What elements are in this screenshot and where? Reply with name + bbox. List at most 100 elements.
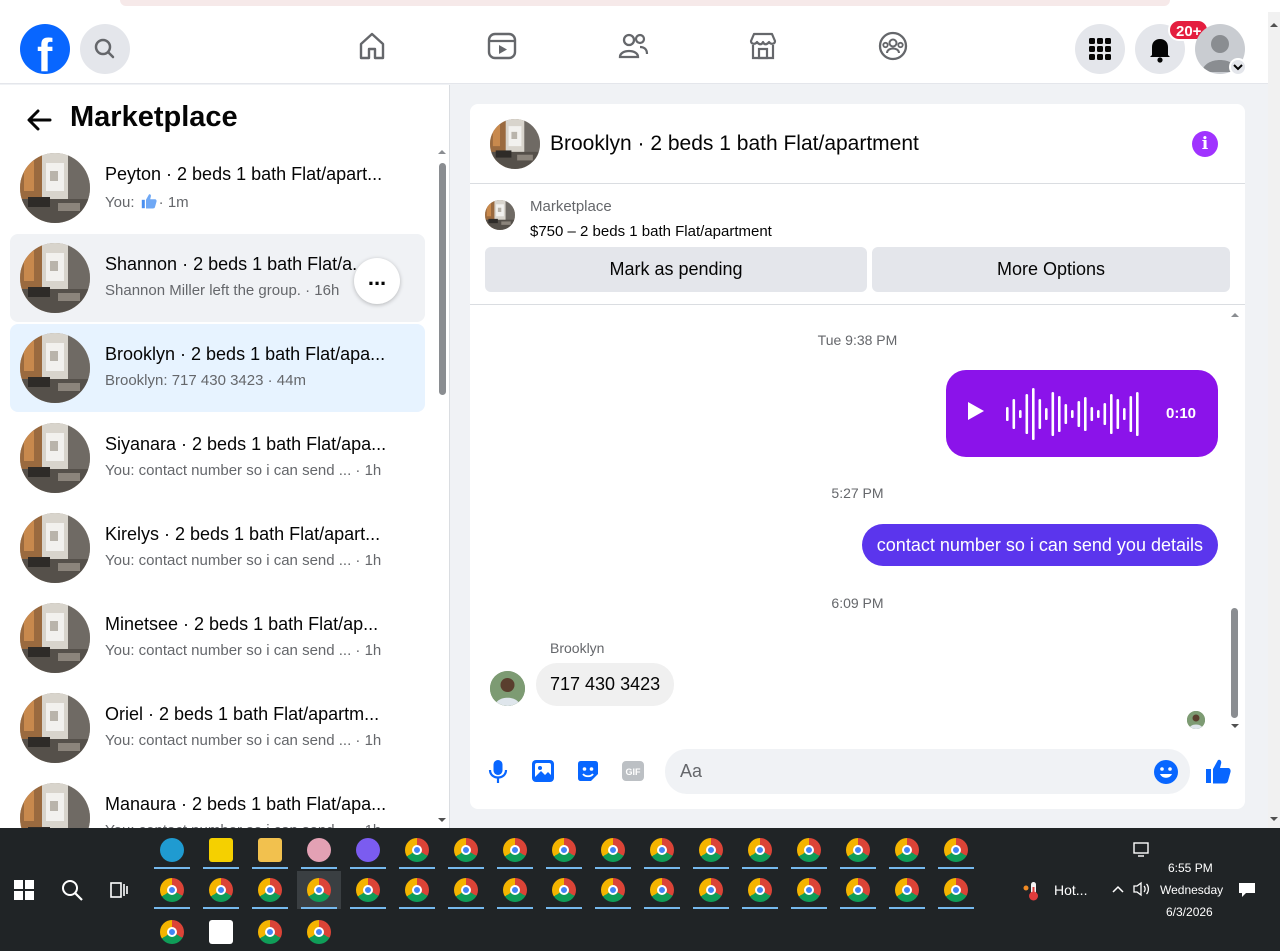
taskbar-app-button[interactable] xyxy=(199,871,243,909)
outgoing-message[interactable]: contact number so i can send you details xyxy=(861,524,1218,566)
conversation-item[interactable]: Kirelys · 2 beds 1 bath Flat/apart... You… xyxy=(10,504,425,592)
marketplace-icon[interactable] xyxy=(747,30,779,62)
taskbar-app-button[interactable] xyxy=(689,831,733,869)
taskbar-app-button[interactable] xyxy=(297,831,341,869)
message-input[interactable] xyxy=(680,749,1140,794)
taskbar-app-button[interactable] xyxy=(542,871,586,909)
taskbar-app-button[interactable] xyxy=(395,871,439,909)
incoming-message[interactable]: 717 430 3423 xyxy=(536,663,675,706)
menu-button[interactable] xyxy=(1075,24,1125,74)
friends-icon[interactable] xyxy=(617,30,649,62)
taskbar-app-button[interactable] xyxy=(150,831,194,869)
conversation-scroll-thumb[interactable] xyxy=(439,163,446,395)
taskbar-app-button[interactable] xyxy=(787,871,831,909)
microphone-icon[interactable] xyxy=(485,758,511,784)
play-icon[interactable] xyxy=(968,402,984,420)
notification-center-icon[interactable] xyxy=(1238,882,1256,898)
thumbs-up-icon[interactable] xyxy=(1203,756,1233,786)
taskbar-app-button[interactable] xyxy=(346,871,390,909)
message-scroll-thumb[interactable] xyxy=(1231,608,1238,718)
conversation-item[interactable]: Shannon · 2 beds 1 bath Flat/a... Shannon… xyxy=(10,234,425,322)
task-view-icon[interactable] xyxy=(108,880,130,900)
conversation-item[interactable]: Oriel · 2 beds 1 bath Flat/apartm... You:… xyxy=(10,684,425,772)
clock-date[interactable]: 6/3/2026 xyxy=(1166,905,1213,919)
taskbar-app-button[interactable] xyxy=(297,913,341,951)
taskbar-app-button[interactable] xyxy=(934,831,978,869)
taskbar-app-button[interactable] xyxy=(542,831,586,869)
thermometer-icon[interactable] xyxy=(1022,880,1044,902)
taskbar-app-button[interactable] xyxy=(346,831,390,869)
taskbar-app-button[interactable] xyxy=(199,913,243,951)
conversation-item[interactable]: Manaura · 2 beds 1 bath Flat/apa...You: … xyxy=(10,774,425,828)
listing-thumbnail[interactable] xyxy=(490,119,540,169)
conversation-item[interactable]: Brooklyn · 2 beds 1 bath Flat/apa... Broo… xyxy=(10,324,425,412)
emoji-icon[interactable] xyxy=(1153,759,1179,785)
running-indicator xyxy=(791,867,827,869)
groups-icon[interactable] xyxy=(877,30,909,62)
windows-start-icon[interactable] xyxy=(14,880,34,900)
clock-day[interactable]: Wednesday xyxy=(1160,883,1223,897)
volume-icon[interactable] xyxy=(1132,881,1152,897)
back-arrow-icon[interactable] xyxy=(24,105,54,135)
taskbar-app-button[interactable] xyxy=(836,871,880,909)
taskbar-app-button[interactable] xyxy=(640,871,684,909)
network-icon[interactable] xyxy=(1133,842,1151,858)
video-icon[interactable] xyxy=(486,30,518,62)
search-button[interactable] xyxy=(80,24,130,74)
account-dropdown-button[interactable] xyxy=(1229,58,1247,76)
taskbar-app-button[interactable] xyxy=(297,871,341,909)
listing-price[interactable]: $750 – 2 beds 1 bath Flat/apartment xyxy=(530,223,772,240)
info-button[interactable]: i xyxy=(1192,131,1218,157)
more-options-button[interactable]: More Options xyxy=(872,247,1230,292)
taskbar-app-button[interactable] xyxy=(150,871,194,909)
taskbar-app-button[interactable] xyxy=(493,871,537,909)
search-icon xyxy=(94,38,115,59)
home-icon[interactable] xyxy=(356,30,388,62)
conversation-item[interactable]: Siyanara · 2 beds 1 bath Flat/apa... You:… xyxy=(10,414,425,502)
scroll-up-arrow-icon[interactable] xyxy=(1230,310,1240,320)
taskbar-app-button[interactable] xyxy=(395,831,439,869)
scroll-down-arrow-icon[interactable] xyxy=(1230,721,1240,731)
mark-as-pending-button[interactable]: Mark as pending xyxy=(485,247,867,292)
search-icon[interactable] xyxy=(60,878,84,902)
page-scrollbar[interactable] xyxy=(1268,12,1280,828)
taskbar-app-button[interactable] xyxy=(885,871,929,909)
taskbar-app-button[interactable] xyxy=(689,871,733,909)
sticker-icon[interactable] xyxy=(575,758,601,784)
taskbar-app-button[interactable] xyxy=(640,831,684,869)
taskbar-app-button[interactable] xyxy=(248,831,292,869)
taskbar-app-button[interactable] xyxy=(836,831,880,869)
listing-small-thumbnail[interactable] xyxy=(485,200,515,230)
message-input-box[interactable] xyxy=(665,749,1190,794)
weather-label[interactable]: Hot... xyxy=(1054,882,1087,898)
gif-icon[interactable]: GIF xyxy=(620,758,646,784)
taskbar-app-button[interactable] xyxy=(248,871,292,909)
taskbar-app-button[interactable] xyxy=(934,871,978,909)
taskbar-app-button[interactable] xyxy=(787,831,831,869)
sender-avatar[interactable] xyxy=(490,671,525,706)
chevron-up-icon[interactable] xyxy=(1111,883,1125,895)
facebook-logo[interactable]: f xyxy=(20,24,70,81)
image-icon[interactable] xyxy=(530,758,556,784)
taskbar-app-button[interactable] xyxy=(150,913,194,951)
taskbar-app-button[interactable] xyxy=(248,913,292,951)
taskbar-app-button[interactable] xyxy=(885,831,929,869)
conversation-item[interactable]: Peyton · 2 beds 1 bath Flat/apart... You:… xyxy=(10,144,425,232)
taskbar-app-button[interactable] xyxy=(444,831,488,869)
voice-message[interactable]: 0:10 xyxy=(946,370,1218,457)
taskbar-app-button[interactable] xyxy=(591,871,635,909)
taskbar-app-button[interactable] xyxy=(199,831,243,869)
taskbar-app-button[interactable] xyxy=(738,871,782,909)
taskbar-app-button[interactable] xyxy=(444,871,488,909)
taskbar-app-button[interactable] xyxy=(591,831,635,869)
clock-time[interactable]: 6:55 PM xyxy=(1168,861,1213,875)
chrome-profile-icon xyxy=(601,878,625,902)
listing-photo-icon xyxy=(20,783,90,828)
more-options-dots-icon[interactable]: ... xyxy=(354,258,400,304)
conversation-thumbnail xyxy=(20,603,90,673)
taskbar-app-button[interactable] xyxy=(738,831,782,869)
running-indicator xyxy=(350,907,386,909)
conversation-item[interactable]: Minetsee · 2 beds 1 bath Flat/ap... You: … xyxy=(10,594,425,682)
chat-title[interactable]: Brooklyn · 2 beds 1 bath Flat/apartment xyxy=(550,132,919,156)
taskbar-app-button[interactable] xyxy=(493,831,537,869)
